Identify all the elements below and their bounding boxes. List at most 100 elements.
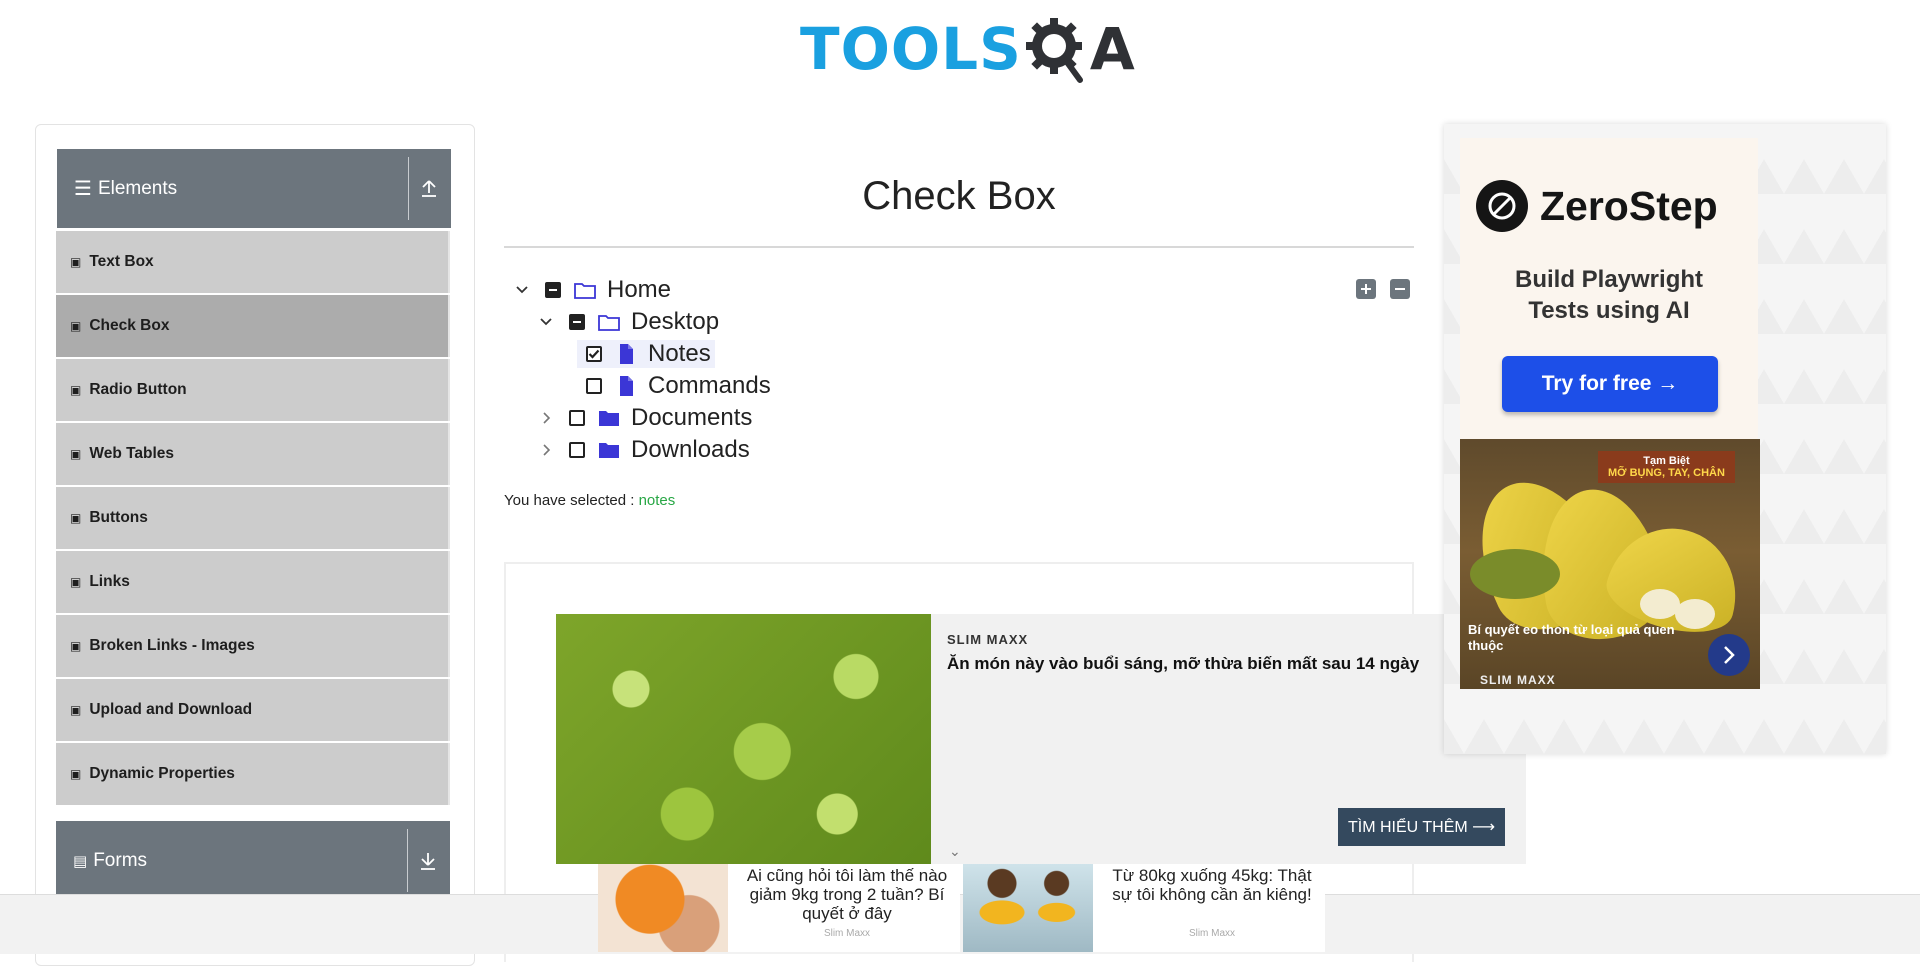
sidebar-item-web-tables[interactable]: ▣ Web Tables [56, 423, 450, 485]
ad-image-before-after[interactable] [963, 864, 1093, 952]
bottom-ad-1[interactable]: Ai cũng hỏi tôi làm thế nào giảm 9kg tro… [598, 864, 960, 952]
chevron-right-icon[interactable] [535, 439, 557, 461]
html-icon: ▣ [70, 575, 82, 589]
elements-menu-list: ▣ Text Box ▣ Check Box ▣ Radio Button ▣ Web … [56, 231, 450, 807]
zerostep-tagline: Build Playwright Tests using AI [1460, 264, 1758, 326]
folder-icon [597, 406, 621, 430]
tree-node-home: Home [511, 275, 671, 305]
sidebar-item-buttons[interactable]: ▣ Buttons [56, 487, 450, 549]
html-icon: ▣ [70, 383, 82, 397]
sidebar-item-label: Text Box [89, 253, 154, 270]
logo-text-a: A [1089, 15, 1136, 83]
tree-node-documents: Documents [535, 403, 752, 433]
html-icon: ▣ [70, 511, 82, 525]
ad-brand: Slim Maxx [1188, 928, 1236, 939]
tree-label-commands[interactable]: Commands [648, 372, 771, 400]
chevron-right-icon[interactable] [1708, 634, 1750, 676]
zerostep-mark-icon [1476, 180, 1528, 232]
chevron-down-icon[interactable] [535, 311, 557, 333]
result-value: notes [638, 492, 676, 509]
checkbox-downloads[interactable] [569, 442, 585, 458]
group-label-forms: Forms [93, 849, 148, 871]
sidebar-item-label: Radio Button [89, 381, 187, 398]
selection-result: You have selected : notes [504, 492, 675, 509]
group-header-elements[interactable]: ☰ Elements [57, 149, 451, 228]
sidebar-item-label: Check Box [89, 317, 170, 334]
file-icon [614, 342, 638, 366]
folder-open-icon [573, 278, 597, 302]
sidebar-item-dynamic-properties[interactable]: ▣ Dynamic Properties [56, 743, 450, 805]
native-ad[interactable]: SLIM MAXX Ăn món này vào buổi sáng, mỡ t… [556, 614, 1526, 864]
right-ad[interactable]: ZeroStep Build Playwright Tests using AI… [1444, 124, 1886, 754]
tree-node-commands: Commands [586, 371, 771, 401]
sidebar-item-check-box[interactable]: ▣ Check Box [56, 295, 450, 357]
slimmaxx-ad-card[interactable]: Tạm Biệt MỠ BỤNG, TAY, CHÂN Bí quyết eo … [1460, 439, 1760, 689]
chevron-down-icon[interactable] [511, 279, 533, 301]
expand-all-button[interactable] [1356, 279, 1376, 299]
tree-label-documents[interactable]: Documents [631, 404, 752, 432]
group-divider [407, 829, 408, 892]
ad-image-bitter-melon[interactable] [556, 614, 931, 864]
header: TOOLS A [0, 0, 1920, 120]
sidebar-item-radio-button[interactable]: ▣ Radio Button [56, 359, 450, 421]
checkbox-notes[interactable] [586, 346, 602, 362]
checkbox-home[interactable] [545, 282, 561, 298]
chevron-right-icon[interactable] [535, 407, 557, 429]
group-header-forms[interactable]: ▤ Forms [56, 821, 450, 900]
promo-badge: Tạm Biệt MỠ BỤNG, TAY, CHÂN [1598, 451, 1735, 483]
checkbox-commands[interactable] [586, 378, 602, 394]
html-icon: ▣ [70, 639, 82, 653]
try-for-free-button[interactable]: Try for free → [1502, 356, 1718, 412]
sidebar-item-label: Buttons [89, 509, 148, 526]
learn-more-button[interactable]: TÌM HIỂU THÊM ⟶ [1338, 808, 1506, 846]
ad-headline[interactable]: Từ 80kg xuống 45kg: Thật sự tôi không cầ… [1103, 866, 1321, 904]
ad-caption[interactable]: Bí quyết eo thon từ loại quả quen thuộc [1468, 622, 1678, 654]
bottom-ad-bar [0, 894, 1920, 954]
folder-open-icon [597, 310, 621, 334]
sidebar-item-links[interactable]: ▣ Links [56, 551, 450, 613]
zerostep-brand: ZeroStep [1540, 182, 1718, 229]
ad-headline[interactable]: Ai cũng hỏi tôi làm thế nào giảm 9kg tro… [738, 866, 956, 923]
badge-line-1: Tạm Biệt [1643, 455, 1690, 467]
ad-brand: Slim Maxx [823, 928, 871, 939]
collapse-all-button[interactable] [1390, 279, 1410, 299]
toolsqa-logo[interactable]: TOOLS A [800, 14, 1136, 84]
sidebar-item-broken-links[interactable]: ▣ Broken Links - Images [56, 615, 450, 677]
ad-headline[interactable]: Ăn món này vào buổi sáng, mỡ thừa biến m… [947, 654, 1419, 674]
html-icon: ▣ [70, 447, 82, 461]
tree-label-notes[interactable]: Notes [648, 340, 711, 368]
expand-down-icon[interactable] [416, 847, 440, 873]
page-title: Check Box [862, 174, 1056, 218]
sidebar-item-upload-download[interactable]: ▣ Upload and Download [56, 679, 450, 741]
banana-slice-shape [1640, 589, 1680, 619]
sidebar-item-label: Links [89, 573, 130, 590]
html-icon: ▣ [70, 255, 82, 269]
badge-line-2: MỠ BỤNG, TAY, CHÂN [1608, 467, 1725, 479]
sidebar-item-text-box[interactable]: ▣ Text Box [56, 231, 450, 293]
sidebar-item-label: Web Tables [89, 445, 175, 462]
result-prefix: You have selected : [504, 492, 635, 509]
sidebar-item-label: Broken Links - Images [89, 637, 255, 654]
checkbox-desktop[interactable] [569, 314, 585, 330]
group-label-elements: Elements [97, 177, 178, 199]
collapse-up-icon[interactable] [417, 175, 441, 201]
banana-slice-shape [1675, 599, 1715, 629]
tree-expand-collapse-controls [1356, 279, 1410, 299]
ad-brand: SLIM MAXX [1480, 673, 1556, 687]
bottom-ad-2[interactable]: Từ 80kg xuống 45kg: Thật sự tôi không cầ… [963, 864, 1325, 952]
checkbox-documents[interactable] [569, 410, 585, 426]
tree-label-desktop[interactable]: Desktop [631, 308, 719, 336]
chevron-down-icon[interactable]: ⌄ [949, 843, 961, 860]
tree-label-downloads[interactable]: Downloads [631, 436, 750, 464]
tree-node-notes: Notes [577, 339, 715, 369]
ad-brand: SLIM MAXX [947, 632, 1029, 647]
html-icon: ▣ [70, 767, 82, 781]
tree-label-home[interactable]: Home [607, 276, 671, 304]
tagline-line-2: Tests using AI [1528, 297, 1690, 324]
matcha-bowl-shape [1470, 549, 1560, 599]
tree-node-notes-highlight: Notes [577, 340, 715, 368]
html-icon: ▣ [70, 319, 82, 333]
tree-node-desktop: Desktop [535, 307, 719, 337]
gear-magnifier-icon [1025, 18, 1083, 83]
ad-image-orange-peel[interactable] [598, 864, 728, 952]
